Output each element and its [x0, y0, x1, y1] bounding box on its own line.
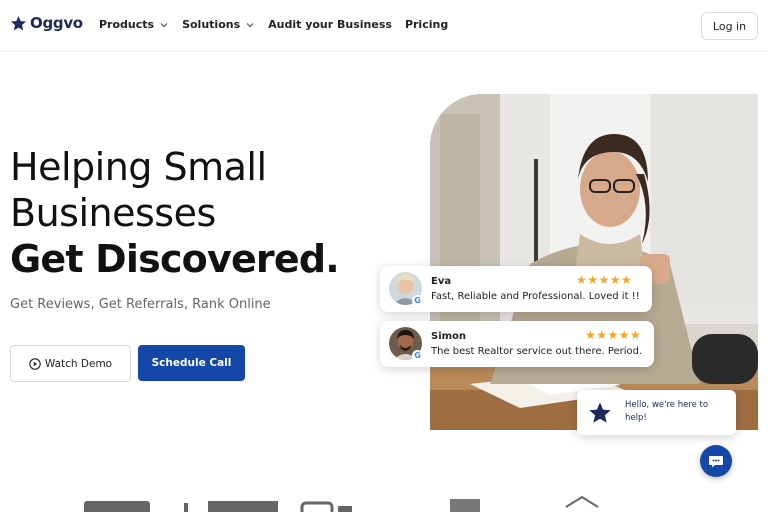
hero-title-line-2: Businesses: [10, 191, 216, 235]
hero-title-line-3: Get Discovered.: [10, 237, 340, 281]
nav-item-products[interactable]: Products: [99, 18, 169, 31]
schedule-call-button[interactable]: Schedule Call: [138, 345, 245, 381]
watch-demo-label: Watch Demo: [44, 357, 113, 370]
reviewer-name: Simon: [431, 331, 467, 342]
nav-item-solutions[interactable]: Solutions: [182, 18, 255, 31]
brand-logo[interactable]: Oggvo: [10, 14, 83, 32]
hero-subtitle: Get Reviews, Get Referrals, Rank Online: [10, 297, 271, 312]
nav-item-audit[interactable]: Audit your Business: [268, 18, 392, 31]
login-button[interactable]: Log in: [701, 12, 758, 40]
google-icon: G: [412, 295, 423, 306]
chevron-down-icon: [160, 22, 168, 27]
nav-item-label: Solutions: [182, 18, 241, 31]
star-rating: ★★★★★: [576, 273, 633, 287]
chat-launcher-button[interactable]: [700, 445, 732, 477]
hero-photo: [430, 94, 758, 430]
partner-logo-strip: [0, 495, 768, 512]
logo-text: Oggvo: [30, 14, 83, 32]
hero-title-line-1: Helping Small: [10, 145, 267, 189]
chat-bubble-icon: [709, 456, 723, 468]
partner-logos: [84, 495, 599, 512]
review-card: G Eva ★★★★★ Fast, Reliable and Professio…: [380, 266, 652, 312]
chat-message: Hello, we're here to help!: [625, 400, 709, 423]
hero-title: Helping Small Businesses Get Discovered.: [10, 144, 340, 282]
watch-demo-button[interactable]: Watch Demo: [10, 345, 131, 382]
top-nav: Oggvo Products Solutions Audit your Busi…: [0, 0, 768, 52]
nav-item-label: Audit your Business: [268, 18, 392, 31]
star-rating: ★★★★★: [585, 328, 642, 342]
star-logo-icon: [589, 402, 611, 423]
review-text: The best Realtor service out there. Peri…: [431, 346, 643, 357]
chevron-down-icon: [246, 22, 254, 27]
play-circle-icon: [29, 357, 41, 370]
nav-item-pricing[interactable]: Pricing: [405, 18, 448, 31]
nav-links: Products Solutions Audit your Business P…: [99, 18, 461, 31]
reviewer-name: Eva: [431, 276, 452, 287]
nav-item-label: Products: [99, 18, 155, 31]
review-card: G Simon ★★★★★ The best Realtor service o…: [380, 321, 654, 367]
chat-greeting-popup[interactable]: Hello, we're here to help!: [577, 390, 736, 435]
nav-item-label: Pricing: [404, 18, 449, 31]
star-logo-icon: [10, 15, 27, 30]
review-text: Fast, Reliable and Professional. Loved i…: [431, 291, 640, 302]
google-icon: G: [412, 350, 423, 361]
